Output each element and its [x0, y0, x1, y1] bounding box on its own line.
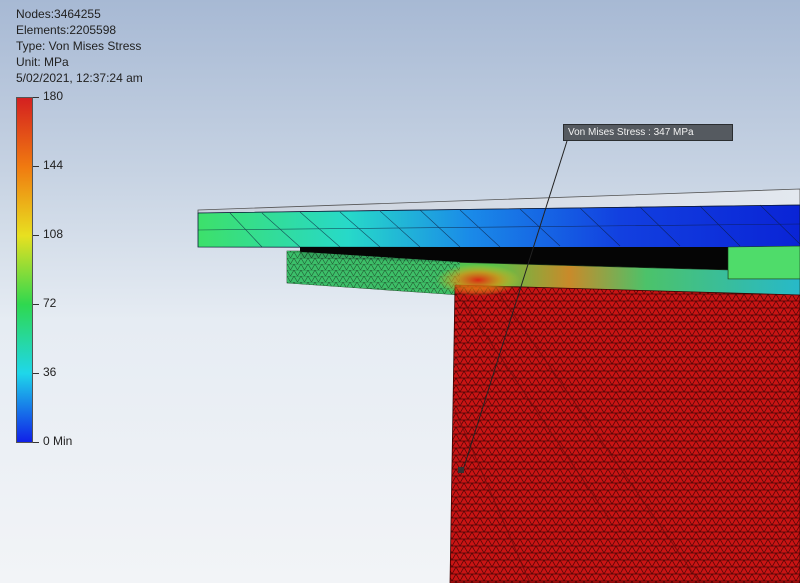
- legend-tick: [33, 97, 39, 98]
- legend-label: 144: [43, 158, 64, 172]
- legend-label-min: 0 Min: [43, 434, 73, 448]
- result-type: Type: Von Mises Stress: [16, 39, 142, 53]
- legend-label: 36: [43, 365, 57, 379]
- legend-tick: [33, 166, 39, 167]
- color-legend-bar: [16, 97, 33, 443]
- legend-label: 108: [43, 227, 64, 241]
- fea-model[interactable]: [0, 0, 800, 583]
- legend-label-max: 180: [43, 89, 64, 103]
- result-unit: Unit: MPa: [16, 55, 69, 69]
- legend-tick: [33, 304, 39, 305]
- plate-end-block: [727, 245, 800, 280]
- graphics-viewport[interactable]: [0, 0, 800, 583]
- elements-count: Elements:2205598: [16, 23, 117, 37]
- legend-tick: [33, 373, 39, 374]
- column-web: [449, 284, 800, 583]
- probe-point-marker: [458, 467, 464, 473]
- result-info-panel: Nodes:3464255 Elements:2205598 Type: Von…: [16, 6, 143, 86]
- legend-label: 72: [43, 296, 57, 310]
- legend-tick: [33, 442, 39, 443]
- plate-side: [197, 204, 800, 249]
- legend-tick: [33, 235, 39, 236]
- stress-hotspot: [436, 264, 520, 296]
- nodes-count: Nodes:3464255: [16, 7, 101, 21]
- result-timestamp: 5/02/2021, 12:37:24 am: [16, 71, 143, 85]
- probe-value-label[interactable]: Von Mises Stress : 347 MPa: [563, 124, 733, 141]
